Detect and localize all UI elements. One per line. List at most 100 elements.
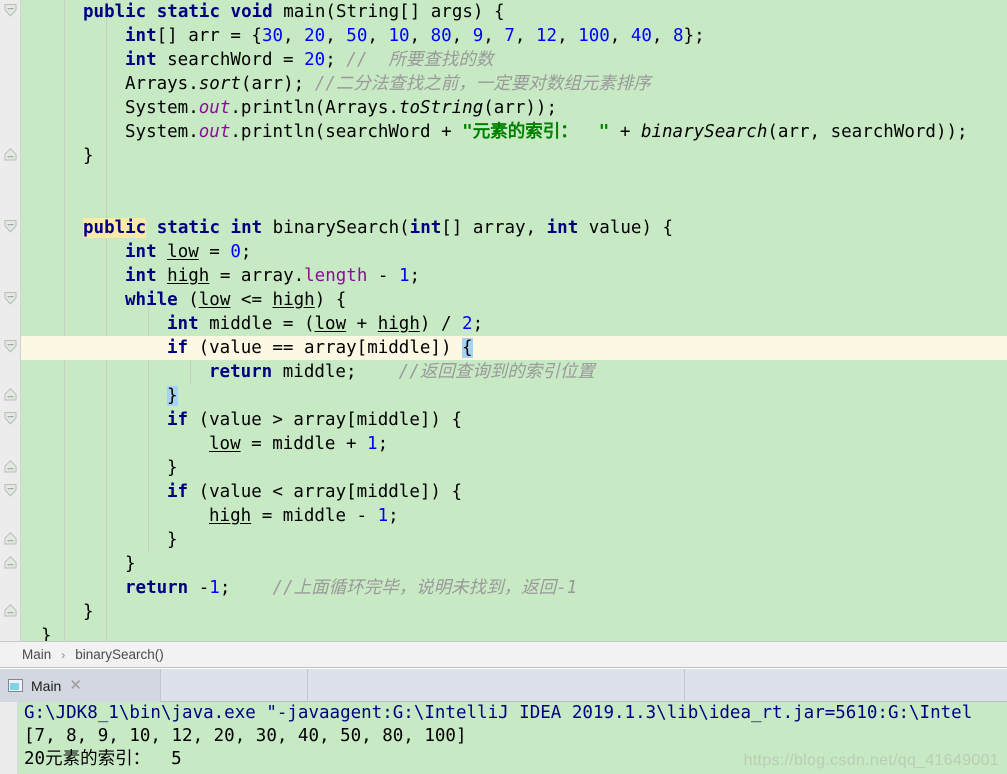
code-line[interactable]: while (low <= high) {: [21, 288, 1007, 312]
code-line[interactable]: if (value < array[middle]) {: [21, 480, 1007, 504]
fold-expanded-icon[interactable]: [4, 484, 17, 497]
console-output-panel[interactable]: G:\JDK8_1\bin\java.exe "-javaagent:G:\In…: [0, 702, 1007, 774]
code-token: }: [167, 386, 178, 406]
fold-collapsed-icon[interactable]: [4, 148, 17, 161]
code-token: (arr);: [240, 74, 315, 94]
run-toolwindow-tabbar[interactable]: Main ✕: [0, 669, 1007, 702]
code-token: ,: [283, 26, 305, 46]
code-line[interactable]: if (value > array[middle]) {: [21, 408, 1007, 432]
fold-expanded-icon[interactable]: [4, 340, 17, 353]
fold-collapsed-icon[interactable]: [4, 460, 17, 473]
fold-expanded-icon[interactable]: [4, 220, 17, 233]
fold-expanded-icon[interactable]: [4, 4, 17, 17]
code-token: = middle -: [251, 506, 378, 526]
run-tab-main[interactable]: Main ✕: [0, 669, 160, 702]
code-line[interactable]: System.out.println(Arrays.toString(arr))…: [21, 96, 1007, 120]
code-token: +: [346, 314, 378, 334]
code-line[interactable]: }: [21, 144, 1007, 168]
code-token: middle;: [272, 362, 399, 382]
code-line[interactable]: }: [21, 384, 1007, 408]
breadcrumb-item-method[interactable]: binarySearch(): [73, 647, 166, 662]
code-token: int: [546, 218, 579, 238]
code-token: int: [125, 26, 157, 46]
code-token: (value < array[middle]) {: [188, 482, 463, 502]
fold-expanded-icon[interactable]: [4, 412, 17, 425]
code-token: {: [462, 338, 473, 358]
ide-window: public static void main(String[] args) {…: [0, 0, 1007, 774]
code-line[interactable]: Arrays.sort(arr); //二分法查找之前，一定要对数组元素排序: [21, 72, 1007, 96]
code-token: if: [167, 338, 189, 358]
code-line[interactable]: }: [21, 456, 1007, 480]
code-token: -: [188, 578, 210, 598]
code-token: int: [125, 242, 157, 262]
code-line[interactable]: high = middle - 1;: [21, 504, 1007, 528]
code-editor[interactable]: public static void main(String[] args) {…: [0, 0, 1007, 641]
code-token: middle = (: [198, 314, 315, 334]
code-token: int: [125, 266, 157, 286]
code-token: int: [125, 50, 157, 70]
code-token: [] arr = {: [156, 26, 262, 46]
code-token: }: [167, 458, 178, 478]
code-line[interactable]: [21, 168, 1007, 192]
code-token: =: [198, 242, 231, 262]
code-token: while: [125, 290, 178, 310]
code-token: 20: [304, 50, 326, 70]
code-line[interactable]: public static int binarySearch(int[] arr…: [21, 216, 1007, 240]
code-token: ,: [483, 26, 505, 46]
console-gutter: [0, 702, 18, 774]
code-token: ,: [367, 26, 389, 46]
code-token: ,: [409, 26, 431, 46]
code-token: <=: [230, 290, 273, 310]
code-token: high: [209, 506, 252, 526]
tabbar-separator: [684, 669, 685, 702]
code-token: Arrays.: [125, 74, 199, 94]
code-token: int: [409, 218, 442, 238]
code-token: ;: [219, 578, 273, 598]
fold-collapsed-icon[interactable]: [4, 532, 17, 545]
code-area[interactable]: public static void main(String[] args) {…: [21, 0, 1007, 641]
code-token: if: [167, 482, 189, 502]
code-line[interactable]: int middle = (low + high) / 2;: [21, 312, 1007, 336]
code-line[interactable]: System.out.println(searchWord + "元素的索引： …: [21, 120, 1007, 144]
breadcrumb[interactable]: Main › binarySearch(): [0, 641, 1007, 668]
code-lines[interactable]: public static void main(String[] args) {…: [21, 0, 1007, 641]
code-token: .println(Arrays.: [230, 98, 399, 118]
code-token: 80: [430, 26, 452, 46]
code-line[interactable]: }: [21, 552, 1007, 576]
fold-collapsed-icon[interactable]: [4, 388, 17, 401]
close-icon[interactable]: ✕: [69, 678, 82, 693]
code-token: }: [41, 626, 52, 641]
code-line[interactable]: }: [21, 600, 1007, 624]
code-line[interactable]: [21, 192, 1007, 216]
code-token: };: [683, 26, 705, 46]
code-line[interactable]: return -1; //上面循环完毕，说明未找到，返回-1: [21, 576, 1007, 600]
breadcrumb-item-class[interactable]: Main: [20, 647, 53, 662]
editor-gutter[interactable]: [0, 0, 21, 641]
code-line[interactable]: low = middle + 1;: [21, 432, 1007, 456]
code-token: static: [156, 218, 220, 238]
fold-collapsed-icon[interactable]: [4, 604, 17, 617]
code-token: if: [167, 410, 189, 430]
code-line[interactable]: int searchWord = 20; // 所要查找的数: [21, 48, 1007, 72]
code-line[interactable]: return middle; //返回查询到的索引位置: [21, 360, 1007, 384]
code-line[interactable]: int[] arr = {30, 20, 50, 10, 80, 9, 7, 1…: [21, 24, 1007, 48]
code-token: System.: [125, 122, 199, 142]
code-token: 100: [578, 26, 610, 46]
fold-expanded-icon[interactable]: [4, 292, 17, 305]
code-token: ) {: [314, 290, 347, 310]
code-line[interactable]: public static void main(String[] args) {: [21, 0, 1007, 24]
code-token: 7: [504, 26, 515, 46]
code-line[interactable]: int low = 0;: [21, 240, 1007, 264]
code-line[interactable]: int high = array.length - 1;: [21, 264, 1007, 288]
code-line[interactable]: if (value == array[middle]) {: [21, 336, 1007, 360]
code-token: (: [325, 2, 336, 22]
fold-collapsed-icon[interactable]: [4, 556, 17, 569]
code-line[interactable]: }: [21, 528, 1007, 552]
code-token: }: [125, 554, 136, 574]
code-token: ;: [472, 314, 484, 334]
code-line[interactable]: }: [21, 624, 1007, 641]
code-token: = middle +: [240, 434, 368, 454]
